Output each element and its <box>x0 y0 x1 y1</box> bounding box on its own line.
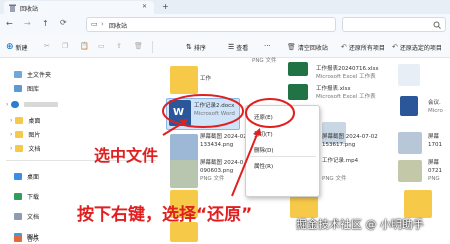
annotation-step1: 选中文件 <box>94 146 159 165</box>
watermark: 掘金技术社区 @ 小明助手 <box>296 218 424 231</box>
sidebar-item-label: 音乐 <box>27 235 40 243</box>
annotation-step2: 按下右键，选择“还原” <box>77 205 253 225</box>
highlight-circle-file <box>162 94 244 128</box>
arrow-head-icon <box>253 128 261 136</box>
sidebar-item-music[interactable]: 音乐 <box>0 232 160 244</box>
arrow-to-restore <box>231 131 259 197</box>
highlight-circle-restore <box>245 98 295 128</box>
music-icon <box>14 234 22 242</box>
